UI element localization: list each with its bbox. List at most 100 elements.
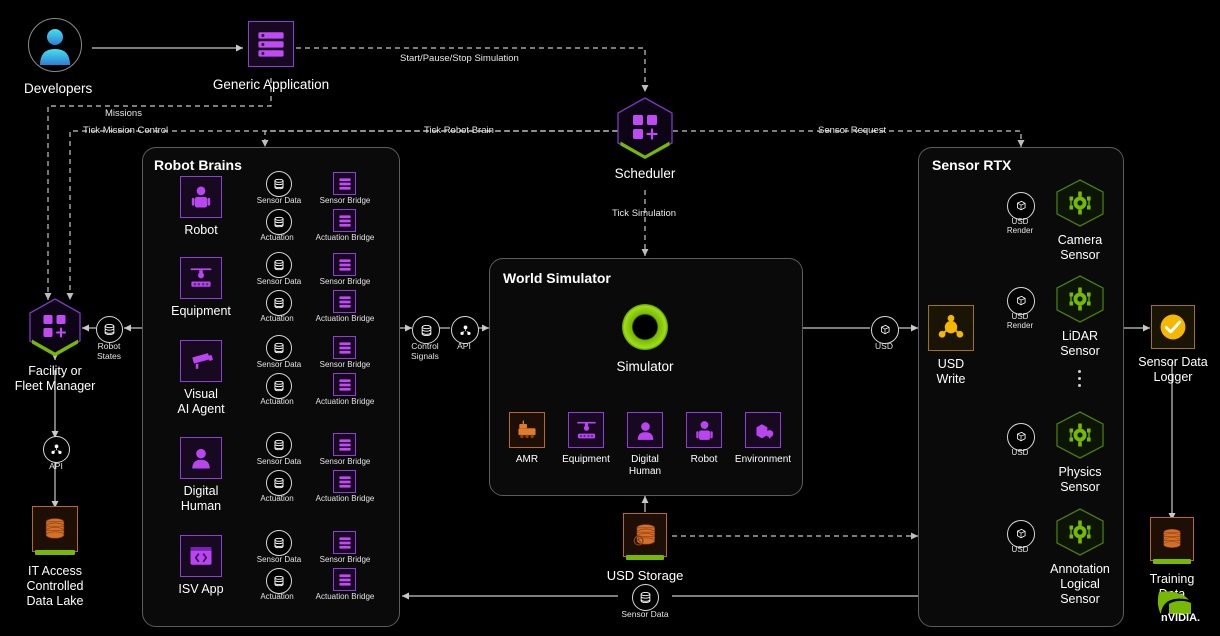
usd-write-node[interactable]: USD Write bbox=[928, 305, 974, 387]
svg-text:nVIDIA.: nVIDIA. bbox=[1161, 612, 1200, 622]
world-simulator-title: World Simulator bbox=[503, 270, 611, 286]
sensor-bridge-label-5: Sensor Bridge bbox=[319, 555, 371, 564]
omniverse-torus-icon bbox=[620, 302, 670, 352]
sensor-hexagon-icon bbox=[1053, 274, 1107, 324]
world-asset-digital-human[interactable]: Digital Human bbox=[627, 412, 663, 478]
world-asset-robot[interactable]: Robot bbox=[686, 412, 722, 466]
sensor-bridge-icon-4 bbox=[333, 433, 356, 456]
robot-brains-row-equipment-label: Equipment bbox=[171, 304, 231, 318]
database-stack-icon bbox=[1150, 517, 1194, 564]
world-asset-environment[interactable]: Environment bbox=[735, 412, 791, 466]
robot-brains-row-equipment[interactable]: Equipment bbox=[171, 257, 231, 319]
scheduler-node[interactable]: Scheduler bbox=[614, 96, 676, 182]
robot-brains-row-robot-label: Robot bbox=[184, 223, 218, 237]
usd-pill-annotation bbox=[1007, 520, 1035, 548]
robot-brains-row-digital-human[interactable]: Digital Human bbox=[180, 437, 222, 514]
developers-label: Developers bbox=[24, 81, 93, 96]
edge-label-start-pause-stop: Start/Pause/Stop Simulation bbox=[400, 53, 519, 64]
sensor-bridge-icon-2 bbox=[333, 253, 356, 276]
world-asset-environment-label: Environment bbox=[734, 454, 792, 465]
lidar-sensor-node[interactable]: LiDAR Sensor bbox=[1053, 274, 1107, 359]
sensor-data-logger-node[interactable]: Sensor Data Logger bbox=[1138, 305, 1208, 385]
actuation-bridge-icon-2 bbox=[333, 290, 356, 313]
usd-storage-base-bar bbox=[626, 555, 664, 560]
developers-node[interactable]: Developers bbox=[24, 18, 93, 97]
robot-states-pill-label: Robot States bbox=[96, 341, 122, 361]
actuation-bridge-label-2: Actuation Bridge bbox=[315, 314, 375, 323]
sensor-data-pill-1 bbox=[266, 171, 292, 197]
robot-icon bbox=[180, 176, 222, 218]
equipment-icon bbox=[568, 412, 604, 448]
diagram-canvas: Developers Generic Application Scheduler… bbox=[0, 0, 1220, 636]
sensor-hexagon-icon bbox=[1053, 178, 1107, 228]
simulator-node[interactable]: Simulator bbox=[616, 302, 674, 375]
edge-label-missions: Missions bbox=[105, 108, 142, 119]
actuation-pill-5-label: Actuation bbox=[260, 592, 294, 601]
edge-label-sensor-request: Sensor Request bbox=[818, 125, 887, 136]
middle-api-pill-label: API bbox=[457, 341, 471, 351]
code-window-icon bbox=[180, 535, 222, 577]
world-asset-amr[interactable]: AMR bbox=[509, 412, 545, 466]
edge-label-tick-mission-control: Tick Mission Control bbox=[83, 125, 169, 136]
actuation-pill-3-label: Actuation bbox=[260, 397, 294, 406]
bottom-sensor-data-pill bbox=[632, 584, 659, 611]
equipment-icon bbox=[180, 257, 222, 299]
bottom-sensor-data-pill-label: Sensor Data bbox=[621, 609, 669, 619]
camera-sensor-node[interactable]: Camera Sensor bbox=[1053, 178, 1107, 263]
middle-api-pill bbox=[451, 316, 479, 344]
sensor-data-pill-5-label: Sensor Data bbox=[256, 555, 302, 564]
sensor-bridge-label-4: Sensor Bridge bbox=[319, 457, 371, 466]
facility-fleet-manager-label: Facility or Fleet Manager bbox=[14, 364, 96, 393]
actuation-pill-4-label: Actuation bbox=[260, 494, 294, 503]
facility-fleet-manager-node[interactable]: Facility or Fleet Manager bbox=[15, 297, 95, 394]
robot-brains-row-visual-ai-agent-label: Visual AI Agent bbox=[177, 387, 225, 416]
physics-sensor-label: Physics Sensor bbox=[1058, 465, 1102, 494]
left-api-pill bbox=[43, 436, 70, 463]
usd-pill-main-label: USD bbox=[875, 341, 893, 351]
sensor-hexagon-icon bbox=[1053, 507, 1107, 557]
sensor-bridge-label-1: Sensor Bridge bbox=[319, 196, 371, 205]
sensor-data-pill-4-label: Sensor Data bbox=[256, 457, 302, 466]
actuation-pill-3 bbox=[266, 373, 292, 399]
robot-brains-row-robot[interactable]: Robot bbox=[180, 176, 222, 238]
usd-pill-physics bbox=[1007, 423, 1035, 451]
usd-write-icon bbox=[928, 305, 974, 351]
usd-storage-node[interactable]: USD Storage bbox=[607, 513, 683, 583]
sensor-list-ellipsis-icon bbox=[1078, 370, 1081, 387]
control-signals-pill bbox=[412, 316, 440, 344]
simulator-label: Simulator bbox=[616, 359, 674, 374]
sensor-data-pill-3-label: Sensor Data bbox=[256, 360, 302, 369]
data-lake-label: IT Access Controlled Data Lake bbox=[26, 564, 84, 608]
training-data-base-bar bbox=[1153, 559, 1191, 564]
generic-application-label: Generic Application bbox=[212, 77, 330, 92]
sensor-data-pill-1-label: Sensor Data bbox=[256, 196, 302, 205]
robot-brains-title: Robot Brains bbox=[154, 157, 242, 173]
data-lake-node[interactable]: IT Access Controlled Data Lake bbox=[27, 506, 83, 608]
physics-sensor-node[interactable]: Physics Sensor bbox=[1053, 410, 1107, 495]
actuation-pill-1-label: Actuation bbox=[260, 233, 294, 242]
checkmark-circle-icon bbox=[1151, 305, 1195, 349]
usd-storage-label: USD Storage bbox=[606, 568, 684, 583]
usd-pill-main bbox=[871, 316, 899, 344]
generic-application-node[interactable]: Generic Application bbox=[213, 21, 329, 93]
robot-icon bbox=[686, 412, 722, 448]
world-asset-equipment[interactable]: Equipment bbox=[562, 412, 610, 466]
sensor-data-logger-label: Sensor Data Logger bbox=[1138, 355, 1208, 384]
robot-brains-row-isv-app[interactable]: ISV App bbox=[178, 535, 224, 597]
actuation-bridge-icon-1 bbox=[333, 209, 356, 232]
sensor-data-pill-2 bbox=[266, 252, 292, 278]
amr-cart-icon bbox=[509, 412, 545, 448]
robot-brains-row-visual-ai-agent[interactable]: Visual AI Agent bbox=[177, 340, 225, 417]
actuation-pill-4 bbox=[266, 470, 292, 496]
facility-hexagon-icon bbox=[26, 297, 84, 357]
actuation-pill-2 bbox=[266, 290, 292, 316]
annotation-sensor-node[interactable]: Annotation Logical Sensor bbox=[1050, 507, 1110, 606]
application-stack-icon bbox=[248, 21, 294, 67]
actuation-bridge-label-5: Actuation Bridge bbox=[315, 592, 375, 601]
data-lake-base-bar bbox=[35, 550, 75, 555]
nvidia-logo: nVIDIA. bbox=[1155, 588, 1219, 622]
robot-brains-row-digital-human-label: Digital Human bbox=[180, 484, 222, 513]
camera-icon bbox=[180, 340, 222, 382]
scheduler-hexagon-icon bbox=[614, 96, 676, 160]
sensor-data-pill-4 bbox=[266, 432, 292, 458]
